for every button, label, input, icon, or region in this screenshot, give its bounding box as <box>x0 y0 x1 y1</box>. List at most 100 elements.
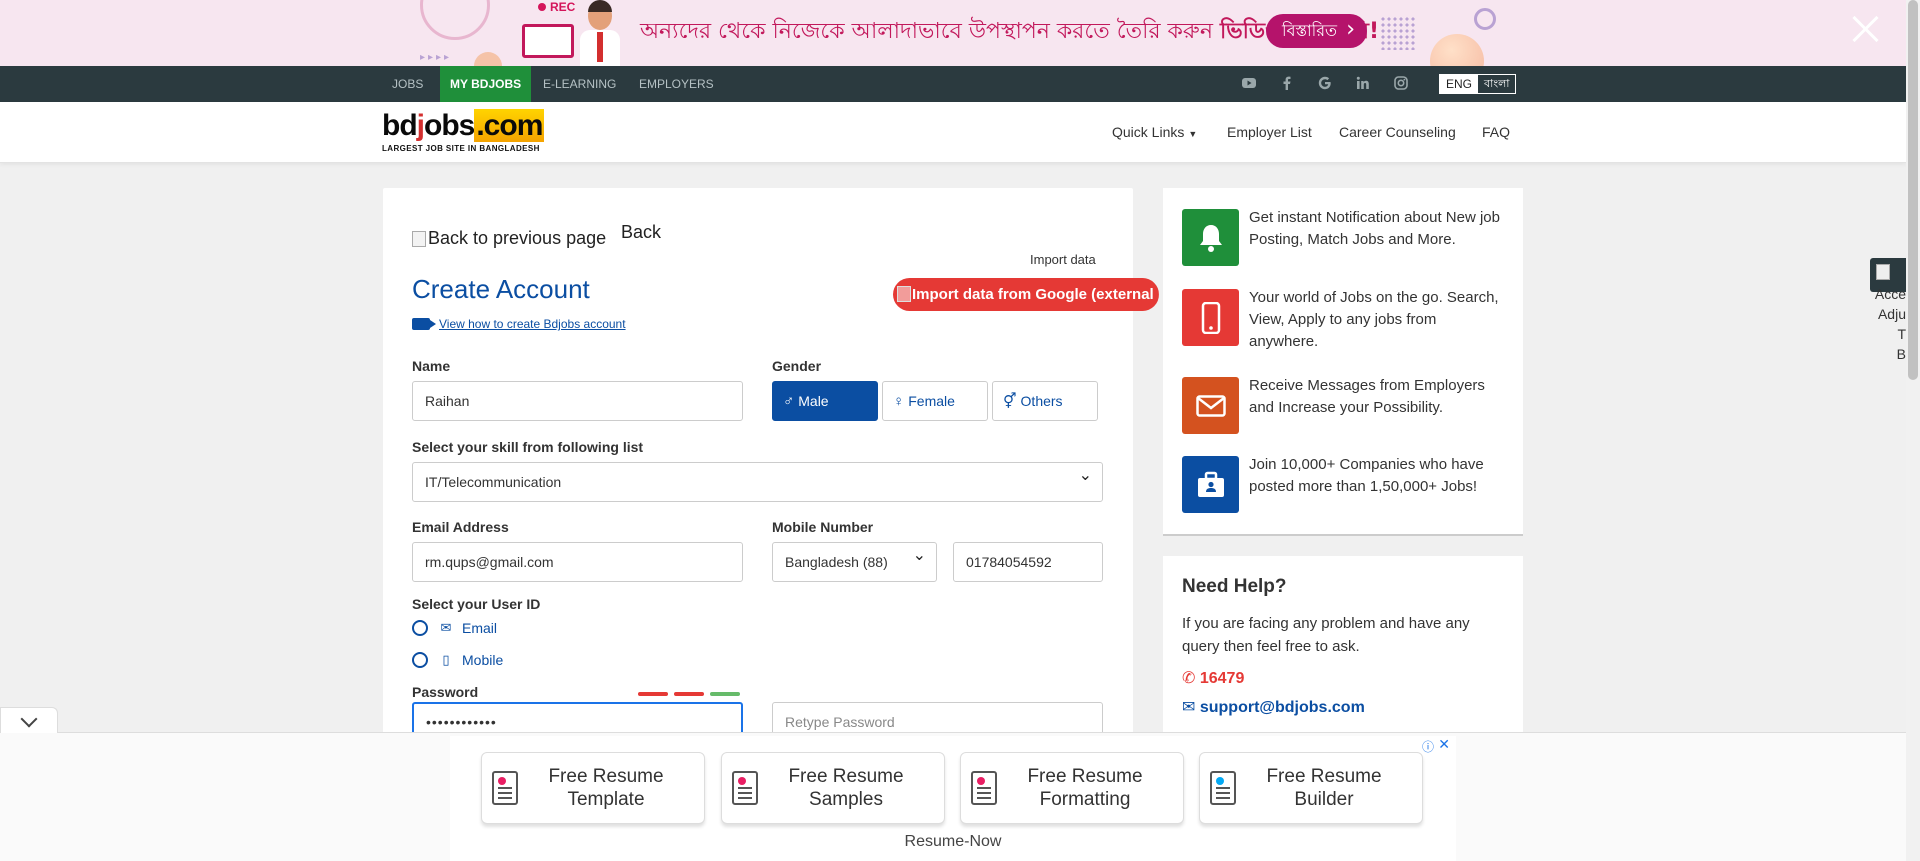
envelope-icon: ✉ <box>440 620 452 635</box>
rec-indicator: REC <box>538 0 575 14</box>
need-help-title: Need Help? <box>1182 576 1287 597</box>
resume-ad: ⓘ ✕ Free Resume Template Free Resume Sam… <box>450 736 1456 861</box>
facebook-icon[interactable] <box>1279 76 1295 92</box>
envelope-icon <box>1182 377 1239 434</box>
gender-male-button[interactable]: ♂ Male <box>772 381 878 421</box>
broken-image-icon <box>412 230 426 247</box>
mobile-label: Mobile Number <box>772 519 874 535</box>
nav-e-learning[interactable]: E-LEARNING <box>533 66 626 102</box>
skill-label: Select your skill from following list <box>412 439 644 455</box>
gender-female-button[interactable]: ♀ Female <box>882 381 988 421</box>
linkedin-icon[interactable] <box>1355 76 1371 92</box>
page-scrollbar[interactable] <box>1906 0 1920 861</box>
broken-image-icon <box>1876 264 1890 280</box>
password-strength-meter <box>638 692 740 696</box>
ad-brand[interactable]: Resume-Now <box>450 833 1456 851</box>
feature-mobile: Your world of Jobs on the go. Search, Vi… <box>1182 289 1509 353</box>
accessibility-label: Acce Adju T B <box>1874 286 1906 362</box>
feature-companies: Join 10,000+ Companies who have posted m… <box>1182 456 1509 513</box>
create-account-form: Back to previous page Back Import data C… <box>383 188 1133 748</box>
decor-circle <box>1430 34 1484 66</box>
strength-bar <box>638 692 668 696</box>
page-title: Create Account <box>412 274 590 304</box>
name-label: Name <box>412 358 451 374</box>
email-label: Email Address <box>412 519 509 535</box>
back-to-previous-page-image[interactable]: Back to previous page <box>412 228 606 249</box>
ad-button-resume-template[interactable]: Free Resume Template <box>481 752 705 824</box>
lang-bangla[interactable]: বাংলা <box>1478 75 1516 93</box>
instagram-icon[interactable] <box>1393 76 1409 92</box>
bell-icon <box>1182 209 1239 266</box>
feature-messages: Receive Messages from Employers and Incr… <box>1182 377 1509 434</box>
mobile-input[interactable]: 01784054592 <box>953 542 1103 582</box>
ad-info-icon[interactable]: ⓘ <box>1422 738 1434 755</box>
youtube-icon[interactable] <box>1241 76 1257 92</box>
bdjobs-logo[interactable]: bdjobs.com LARGEST JOB SITE IN BANGLADES… <box>382 109 552 156</box>
document-icon <box>971 771 997 805</box>
person-illustration <box>578 0 622 66</box>
decor-dots: ▸▸▸▸ <box>420 52 453 63</box>
female-icon: ♀ <box>893 392 905 410</box>
close-icon[interactable] <box>1850 14 1880 44</box>
scrollbar-thumb[interactable] <box>1908 0 1918 380</box>
nav-jobs[interactable]: JOBS <box>382 66 433 102</box>
career-counseling-link[interactable]: Career Counseling <box>1339 124 1456 140</box>
decor-circle <box>1474 8 1496 30</box>
howto-video-link[interactable]: View how to create Bdjobs account <box>412 317 626 331</box>
phone-icon: ✆ <box>1182 670 1196 687</box>
mobile-icon: ▯ <box>442 652 450 667</box>
promo-details-button[interactable]: বিস্তারিত <box>1266 13 1368 48</box>
employer-list-link[interactable]: Employer List <box>1227 124 1312 140</box>
back-link[interactable]: Back <box>621 222 661 243</box>
howto-link-text[interactable]: View how to create Bdjobs account <box>439 317 626 331</box>
decor-circle <box>474 52 502 66</box>
gender-others-button[interactable]: ⚥ Others <box>992 381 1098 421</box>
video-camera-icon <box>412 318 436 330</box>
briefcase-icon <box>1182 456 1239 513</box>
userid-label: Select your User ID <box>412 596 541 612</box>
import-google-button[interactable]: Import data from Google (external lin <box>893 278 1159 311</box>
google-icon[interactable] <box>1317 76 1333 92</box>
userid-mobile-option[interactable]: ▯ Mobile <box>412 652 503 668</box>
radio-button[interactable] <box>412 652 428 668</box>
ad-collapse-toggle[interactable] <box>0 707 58 733</box>
import-data-label: Import data <box>1030 252 1096 267</box>
gender-label: Gender <box>772 358 822 374</box>
features-panel: Get instant Notification about New job P… <box>1163 188 1523 536</box>
email-input[interactable]: rm.qups@gmail.com <box>412 542 743 582</box>
ad-button-resume-builder[interactable]: Free Resume Builder <box>1199 752 1423 824</box>
document-icon <box>732 771 758 805</box>
lang-eng[interactable]: ENG <box>1440 75 1479 93</box>
helpline-phone[interactable]: ✆ 16479 <box>1182 668 1244 688</box>
ad-button-resume-formatting[interactable]: Free Resume Formatting <box>960 752 1184 824</box>
skill-select[interactable]: IT/Telecommunication <box>412 457 1103 502</box>
name-input[interactable]: Raihan <box>412 381 743 421</box>
promo-banner[interactable]: ▸▸▸▸ REC অন্যদের থেকে নিজেকে আলাদাভাবে উ… <box>0 0 1906 66</box>
userid-email-option[interactable]: ✉ Email <box>412 620 497 636</box>
site-header: bdjobs.com LARGEST JOB SITE IN BANGLADES… <box>0 102 1906 163</box>
language-switch: ENG বাংলা <box>1439 74 1517 94</box>
others-gender-icon: ⚥ <box>1003 393 1017 410</box>
strength-bar <box>710 692 740 696</box>
top-nav: JOBS MY BDJOBS E-LEARNING EMPLOYERS ENG … <box>0 66 1906 102</box>
envelope-icon: ✉ <box>1182 699 1196 716</box>
nav-employers[interactable]: EMPLOYERS <box>629 66 724 102</box>
faq-link[interactable]: FAQ <box>1482 124 1510 140</box>
strength-bar <box>674 692 704 696</box>
decor-grid <box>1380 16 1416 50</box>
quick-links-menu[interactable]: Quick Links ▼ <box>1112 124 1197 140</box>
password-label: Password <box>412 684 479 700</box>
document-icon <box>492 771 518 805</box>
male-icon: ♂ <box>783 392 795 410</box>
radio-button[interactable] <box>412 620 428 636</box>
nav-my-bdjobs[interactable]: MY BDJOBS <box>440 66 532 102</box>
ad-button-resume-samples[interactable]: Free Resume Samples <box>721 752 945 824</box>
support-email[interactable]: ✉ support@bdjobs.com <box>1182 697 1365 717</box>
ad-close-icon[interactable]: ✕ <box>1438 736 1450 753</box>
need-help-box: Need Help? If you are facing any problem… <box>1163 556 1523 756</box>
mobile-icon <box>1182 289 1239 346</box>
feature-notification: Get instant Notification about New job P… <box>1182 209 1509 266</box>
caret-down-icon: ▼ <box>1188 129 1198 139</box>
document-icon <box>1210 771 1236 805</box>
country-code-select[interactable]: Bangladesh (88) <box>772 537 937 582</box>
